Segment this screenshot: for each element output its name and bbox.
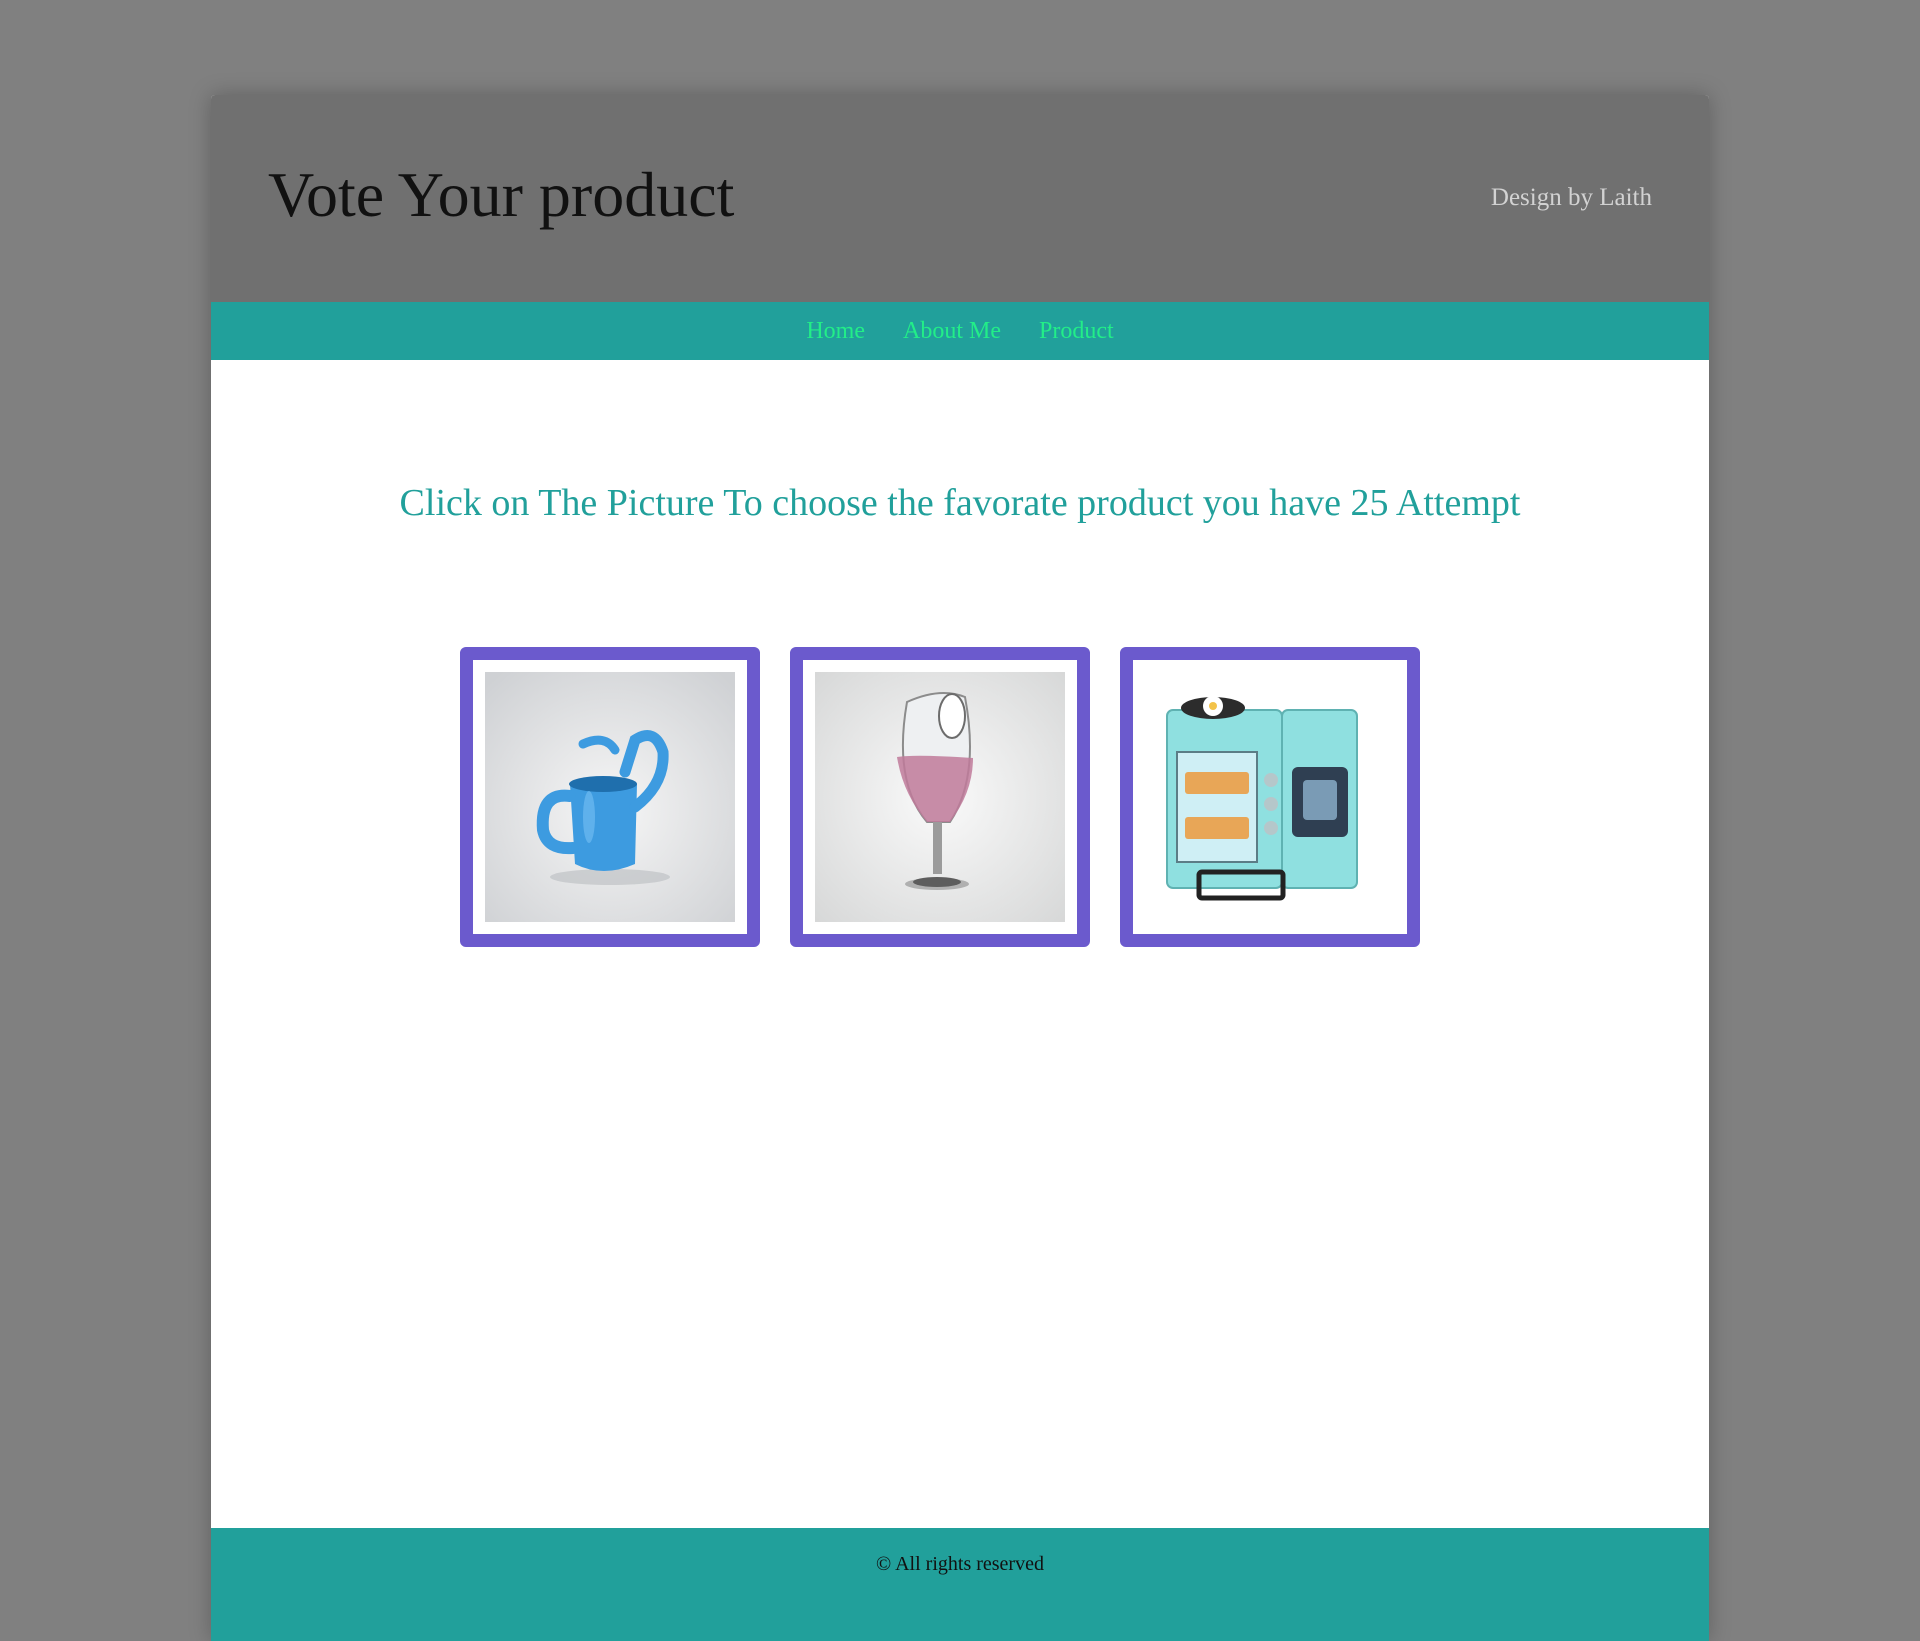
product-gallery <box>460 647 1460 947</box>
breakfast-station-icon <box>1145 672 1395 922</box>
copyright-text: © All rights reserved <box>876 1553 1044 1575</box>
page-container: Vote Your product Design by Laith Home A… <box>211 95 1709 1641</box>
watering-can-icon <box>485 672 735 922</box>
site-title: Vote Your product <box>268 159 735 230</box>
voting-instructions: Click on The Picture To choose the favor… <box>399 482 1521 524</box>
designer-credit: Design by Laith <box>1490 184 1652 211</box>
site-footer: © All rights reserved <box>211 1528 1709 1641</box>
main-nav: Home About Me Product <box>211 302 1709 360</box>
nav-link-product[interactable]: Product <box>1039 319 1114 343</box>
product-card-right[interactable] <box>1120 647 1420 947</box>
product-card-middle[interactable] <box>790 647 1090 947</box>
site-header: Vote Your product Design by Laith <box>211 95 1709 302</box>
nav-link-home[interactable]: Home <box>806 319 865 343</box>
wine-glass-icon <box>815 672 1065 922</box>
nav-link-about-me[interactable]: About Me <box>903 319 1001 343</box>
product-card-left[interactable] <box>460 647 760 947</box>
